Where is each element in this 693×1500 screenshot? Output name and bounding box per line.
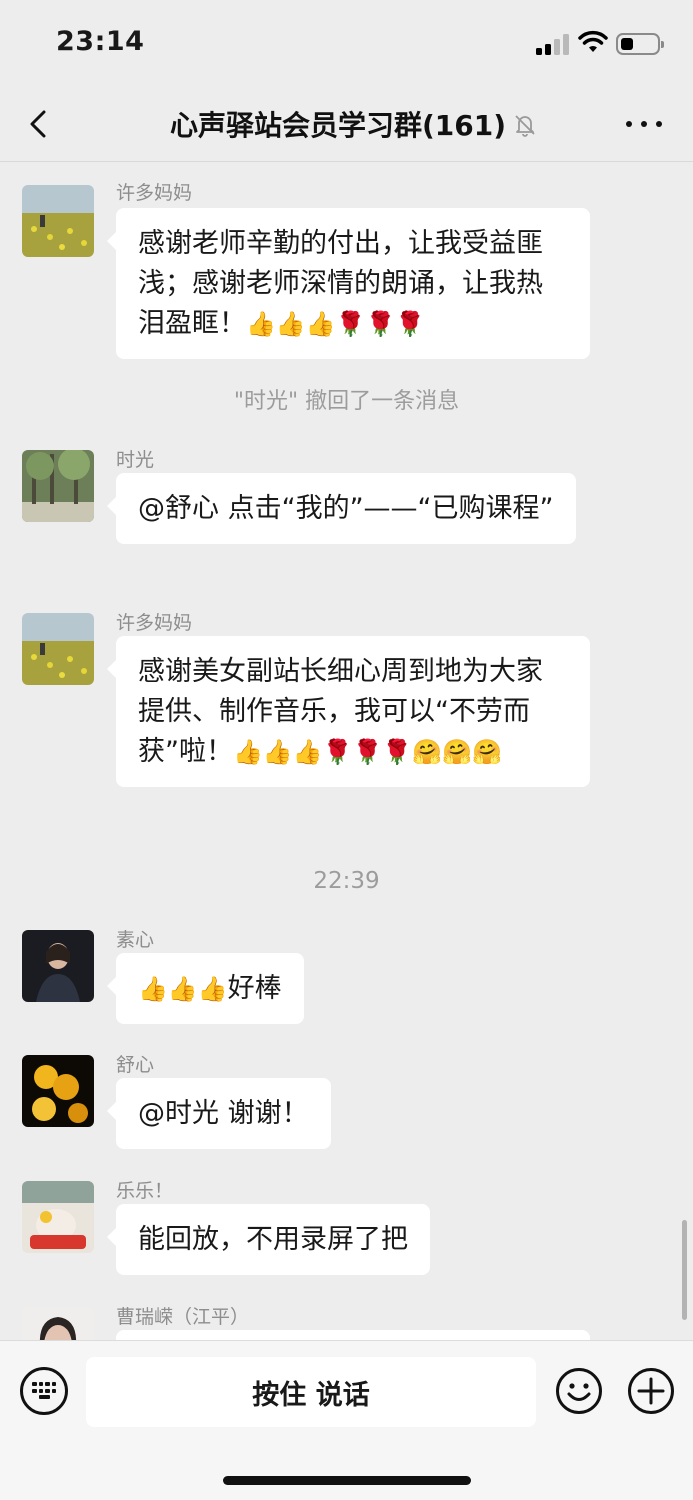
message-text: 好棒	[227, 973, 282, 1004]
sender-name: 素心	[116, 929, 155, 951]
chevron-left-icon[interactable]	[22, 106, 58, 142]
message-bubble[interactable]	[116, 1330, 590, 1340]
message-text: 能回放，不用录屏了把	[138, 1224, 408, 1255]
keyboard-icon[interactable]	[20, 1367, 68, 1415]
sender-name: 许多妈妈	[116, 182, 193, 204]
cellular-signal-icon	[536, 33, 570, 55]
message-emoji: 👍👍👍🌹🌹🌹🤗🤗🤗	[233, 738, 502, 766]
avatar[interactable]	[22, 1055, 94, 1127]
status-bar: 23:14	[0, 0, 693, 90]
nav-bar: 心声驿站会员学习群(161)	[0, 90, 693, 162]
message-bubble[interactable]: @时光 谢谢！	[107, 1078, 331, 1149]
chat-title: 心声驿站会员学习群(161)	[170, 109, 507, 142]
message-bubble[interactable]: 感谢美女副站长细心周到地为大家提供、制作音乐，我可以“不劳而获”啦！👍👍👍🌹🌹🌹…	[107, 636, 590, 787]
status-time: 23:14	[56, 26, 145, 57]
plus-circle-icon[interactable]	[627, 1367, 675, 1415]
avatar[interactable]	[22, 930, 94, 1002]
message-bubble[interactable]: @舒心 点击“我的”——“已购课程”	[107, 473, 576, 544]
sender-name: 时光	[116, 449, 155, 471]
chat-message-list[interactable]: 许多妈妈 感谢老师辛勤的付出，让我受益匪浅；感谢老师深情的朗诵，让我热泪盈眶！👍…	[0, 163, 693, 1340]
message-text: @舒心 点击“我的”——“已购课程”	[138, 493, 554, 524]
sender-name: 许多妈妈	[116, 612, 193, 634]
sender-name: 曹瑞嵘（江平）	[116, 1306, 250, 1328]
ellipsis-icon[interactable]	[626, 112, 662, 136]
avatar[interactable]	[22, 613, 94, 685]
smiley-icon[interactable]	[555, 1367, 603, 1415]
avatar[interactable]	[22, 185, 94, 257]
message-bubble[interactable]: 感谢老师辛勤的付出，让我受益匪浅；感谢老师深情的朗诵，让我热泪盈眶！👍👍👍🌹🌹🌹	[107, 208, 590, 359]
wifi-icon	[578, 30, 608, 52]
sender-name: 乐乐！	[116, 1180, 174, 1202]
bell-slash-icon	[515, 115, 535, 137]
hold-to-talk-button[interactable]: 按住 说话	[86, 1357, 536, 1427]
battery-icon	[616, 33, 664, 55]
message-bubble[interactable]: 能回放，不用录屏了把	[107, 1204, 430, 1275]
message-emoji: 👍👍👍🌹🌹🌹	[246, 310, 426, 338]
message-text: @时光 谢谢！	[138, 1098, 309, 1129]
home-indicator[interactable]	[223, 1476, 471, 1485]
avatar[interactable]	[22, 450, 94, 522]
avatar[interactable]	[22, 1181, 94, 1253]
recall-notice: "时光" 撤回了一条消息	[233, 389, 460, 414]
scrollbar[interactable]	[682, 1220, 687, 1320]
timestamp: 22:39	[313, 868, 380, 894]
sender-name: 舒心	[116, 1054, 155, 1076]
battery-level	[621, 38, 633, 50]
message-bubble[interactable]: 👍👍👍好棒	[107, 953, 304, 1024]
message-emoji: 👍👍👍	[138, 975, 228, 1003]
nav-title-group: 心声驿站会员学习群(161)	[170, 104, 538, 144]
avatar[interactable]	[22, 1307, 94, 1340]
